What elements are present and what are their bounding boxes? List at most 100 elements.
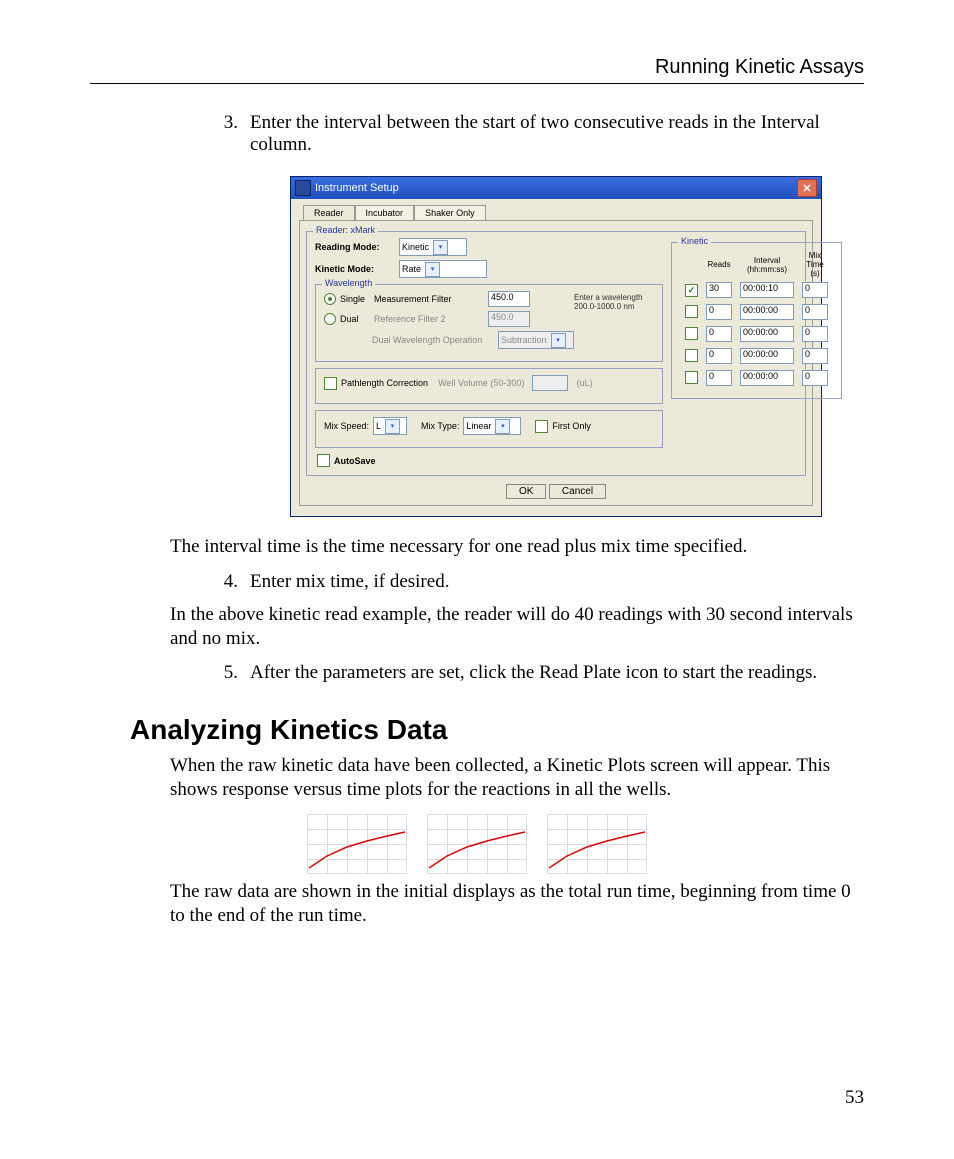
well-volume-label: Well Volume (50-300) — [438, 378, 524, 388]
interval-input[interactable]: 00:00:00 — [740, 304, 794, 320]
dialog-screenshot: Instrument Setup ✕ Reader Incubator Shak… — [290, 176, 864, 517]
interval-input[interactable]: 00:00:00 — [740, 370, 794, 386]
meas-filter-input[interactable]: 450.0 — [488, 291, 530, 307]
wl-note2: 200.0-1000.0 nm — [574, 302, 654, 311]
para-example: In the above kinetic read example, the r… — [170, 603, 864, 651]
row-enable-check[interactable] — [685, 305, 698, 318]
mixspeed-label: Mix Speed: — [324, 421, 369, 431]
para-raw2: The raw data are shown in the initial di… — [170, 880, 864, 928]
kinetic-mode-label: Kinetic Mode: — [315, 264, 395, 274]
pathlength-check[interactable] — [324, 377, 337, 390]
row-enable-check[interactable] — [685, 371, 698, 384]
reads-input[interactable]: 0 — [706, 304, 732, 320]
pathlength-label: Pathlength Correction — [341, 378, 428, 388]
reads-input[interactable]: 0 — [706, 370, 732, 386]
step-text: Enter the interval between the start of … — [250, 112, 864, 156]
ref-filter-input: 450.0 — [488, 311, 530, 327]
step-num: 5. — [200, 662, 250, 684]
kinetic-row: 0 00:00:00 0 — [682, 302, 831, 322]
chevron-down-icon: ▾ — [551, 333, 566, 348]
reading-mode-value: Kinetic — [402, 242, 429, 252]
chevron-down-icon: ▾ — [385, 419, 400, 434]
meas-filter-label: Measurement Filter — [374, 294, 484, 304]
dual-op-value: Subtraction — [501, 335, 547, 345]
col-interval: Interval (hh:mm:ss) — [737, 251, 797, 278]
reading-mode-combo[interactable]: Kinetic ▾ — [399, 238, 467, 256]
kinetic-table: Reads Interval (hh:mm:ss) Mix Time (s) 3… — [680, 249, 833, 390]
tab-reader[interactable]: Reader — [303, 205, 355, 220]
kinetic-row: 0 00:00:00 0 — [682, 368, 831, 388]
step-3: 3. Enter the interval between the start … — [200, 112, 864, 156]
step-4: 4. Enter mix time, if desired. — [200, 571, 864, 593]
kinetic-mode-value: Rate — [402, 264, 421, 274]
kinetic-row: 0 00:00:00 0 — [682, 346, 831, 366]
interval-input[interactable]: 00:00:10 — [740, 282, 794, 298]
running-head: Running Kinetic Assays — [90, 56, 864, 84]
autosave-label: AutoSave — [334, 456, 376, 466]
row-enable-check[interactable] — [685, 284, 698, 297]
plot-thumb — [547, 814, 647, 874]
plot-thumb — [427, 814, 527, 874]
kinetic-row: 0 00:00:00 0 — [682, 324, 831, 344]
wl-note1: Enter a wavelength — [574, 293, 654, 302]
mixtype-label: Mix Type: — [421, 421, 459, 431]
kinetic-legend: Kinetic — [678, 236, 711, 246]
chevron-down-icon: ▾ — [495, 419, 510, 434]
step-num: 4. — [200, 571, 250, 593]
single-label: Single — [340, 294, 370, 304]
ref-filter-label: Reference Filter 2 — [374, 314, 484, 324]
close-icon[interactable]: ✕ — [797, 179, 817, 197]
step-num: 3. — [200, 112, 250, 156]
tab-shaker[interactable]: Shaker Only — [414, 205, 486, 220]
tab-incubator[interactable]: Incubator — [355, 205, 415, 220]
para-interval: The interval time is the time necessary … — [170, 535, 864, 559]
plot-thumb — [307, 814, 407, 874]
mixtime-input[interactable]: 0 — [802, 348, 828, 364]
col-mix: Mix Time (s) — [799, 251, 831, 278]
heading-analyzing: Analyzing Kinetics Data — [130, 714, 864, 746]
row-enable-check[interactable] — [685, 327, 698, 340]
kinetic-row: 30 00:00:10 0 — [682, 280, 831, 300]
interval-input[interactable]: 00:00:00 — [740, 326, 794, 342]
mixtime-input[interactable]: 0 — [802, 370, 828, 386]
kinetic-mode-combo[interactable]: Rate ▾ — [399, 260, 487, 278]
interval-input[interactable]: 00:00:00 — [740, 348, 794, 364]
reading-mode-label: Reading Mode: — [315, 242, 395, 252]
ok-button[interactable]: OK — [506, 484, 546, 499]
dual-op-label: Dual Wavelength Operation — [372, 335, 494, 345]
window-title: Instrument Setup — [315, 182, 399, 194]
page-number: 53 — [845, 1087, 864, 1109]
firstonly-check[interactable] — [535, 420, 548, 433]
dual-op-combo: Subtraction ▾ — [498, 331, 574, 349]
cancel-button[interactable]: Cancel — [549, 484, 606, 499]
single-radio[interactable] — [324, 293, 336, 305]
step-5: 5. After the parameters are set, click t… — [200, 662, 864, 684]
mixtime-input[interactable]: 0 — [802, 304, 828, 320]
autosave-check[interactable] — [317, 454, 330, 467]
mixtype-combo[interactable]: Linear ▾ — [463, 417, 521, 435]
titlebar: Instrument Setup ✕ — [291, 177, 821, 199]
mixtype-value: Linear — [466, 421, 491, 431]
firstonly-label: First Only — [552, 421, 591, 431]
mixtime-input[interactable]: 0 — [802, 326, 828, 342]
dual-label: Dual — [340, 314, 370, 324]
mixspeed-combo[interactable]: L▾ — [373, 417, 407, 435]
kinetic-plots — [90, 814, 864, 874]
well-volume-unit: (uL) — [576, 378, 592, 388]
wavelength-legend: Wavelength — [322, 278, 375, 288]
mixspeed-value: L — [376, 421, 381, 431]
step-text: Enter mix time, if desired. — [250, 571, 864, 593]
app-icon — [295, 180, 311, 196]
para-raw1: When the raw kinetic data have been coll… — [170, 754, 864, 802]
chevron-down-icon: ▾ — [433, 240, 448, 255]
reads-input[interactable]: 0 — [706, 348, 732, 364]
reads-input[interactable]: 30 — [706, 282, 732, 298]
step-text: After the parameters are set, click the … — [250, 662, 864, 684]
reads-input[interactable]: 0 — [706, 326, 732, 342]
chevron-down-icon: ▾ — [425, 262, 440, 277]
reader-legend: Reader: xMark — [313, 225, 378, 235]
mixtime-input[interactable]: 0 — [802, 282, 828, 298]
well-volume-input — [532, 375, 568, 391]
dual-radio[interactable] — [324, 313, 336, 325]
row-enable-check[interactable] — [685, 349, 698, 362]
